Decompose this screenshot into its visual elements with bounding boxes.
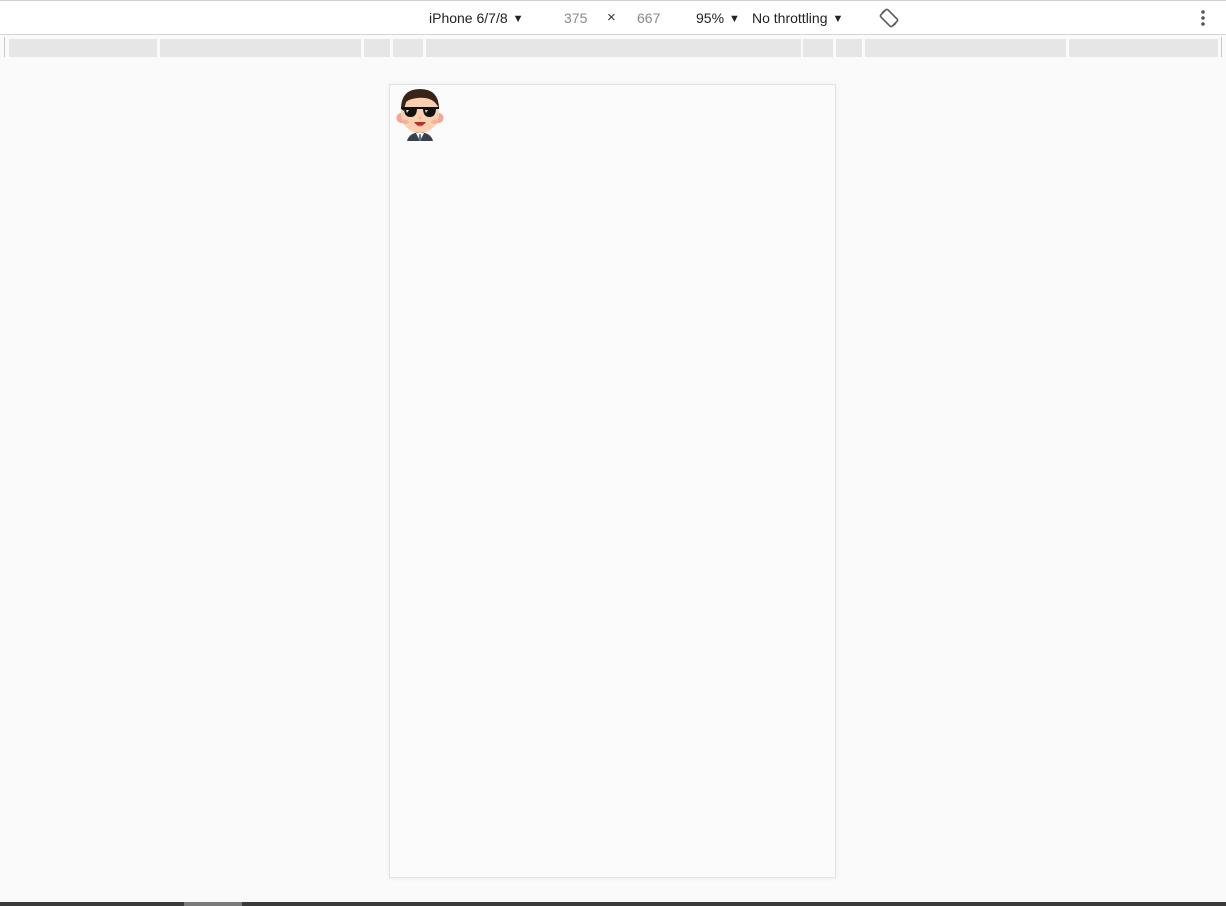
media-query-ruler	[4, 37, 1222, 57]
media-query-bar[interactable]	[426, 39, 801, 57]
device-viewport	[389, 84, 836, 878]
height-input[interactable]	[637, 1, 687, 35]
media-query-bar[interactable]	[803, 39, 833, 57]
media-query-bar[interactable]	[836, 39, 862, 57]
device-select[interactable]: iPhone 6/7/8 ▼	[429, 1, 524, 35]
media-query-bar[interactable]	[9, 39, 157, 57]
zoom-select[interactable]: 95% ▼	[696, 1, 740, 35]
throttle-select-label: No throttling	[752, 10, 828, 26]
scrollbar-thumb[interactable]	[184, 902, 242, 906]
device-select-label: iPhone 6/7/8	[429, 10, 508, 26]
throttle-select[interactable]: No throttling ▼	[752, 1, 843, 35]
media-query-bar[interactable]	[160, 39, 361, 57]
zoom-select-label: 95%	[696, 10, 725, 26]
media-query-bar[interactable]	[1069, 39, 1218, 57]
device-toolbar: iPhone 6/7/8 ▼ × 95% ▼ No throttling ▼	[0, 0, 1226, 35]
sunglasses-man-avatar	[396, 89, 444, 141]
media-query-bar[interactable]	[393, 39, 423, 57]
chevron-down-icon: ▼	[729, 13, 740, 25]
media-query-bar[interactable]	[865, 39, 1066, 57]
chevron-down-icon: ▼	[832, 13, 844, 25]
dimension-separator: ×	[607, 9, 616, 26]
media-query-bar[interactable]	[364, 39, 390, 57]
more-vert-icon[interactable]	[1200, 9, 1206, 27]
chevron-down-icon: ▼	[512, 13, 524, 25]
rotate-icon[interactable]	[879, 8, 899, 28]
